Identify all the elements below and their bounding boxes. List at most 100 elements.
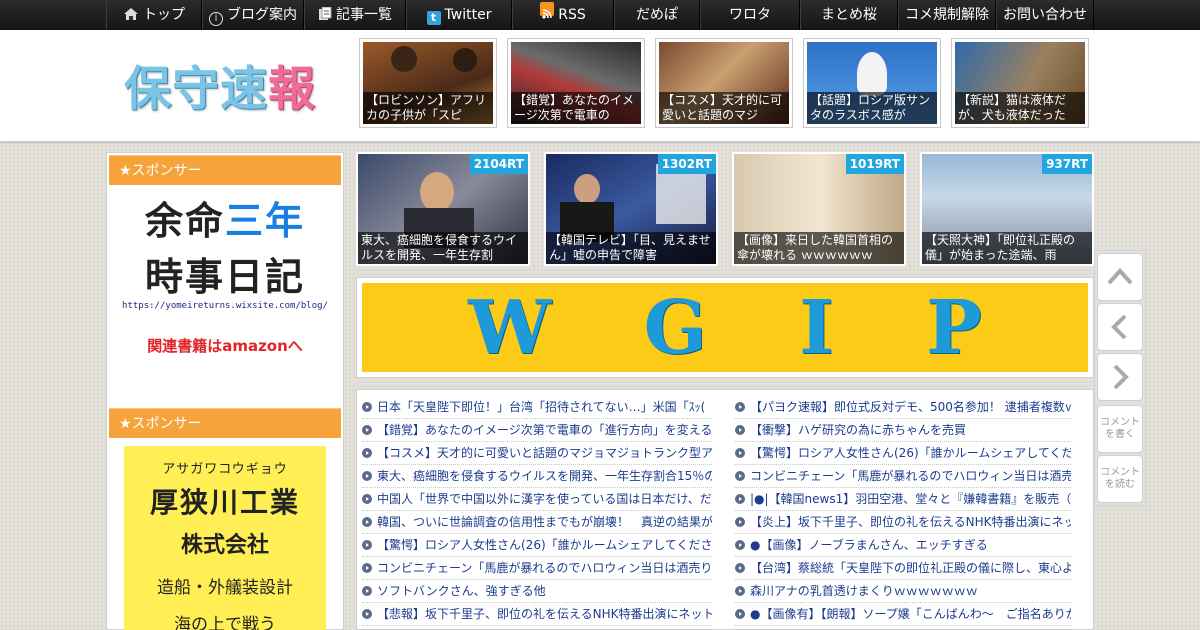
- home-icon: [123, 2, 139, 20]
- bullet-icon: [362, 609, 372, 619]
- banner-letter: P: [926, 284, 982, 371]
- nav-rss[interactable]: RSS: [512, 0, 614, 30]
- nav-comment-unblock[interactable]: コメ規制解除: [898, 0, 996, 30]
- nav-damepo[interactable]: だめぽ: [614, 0, 700, 30]
- list-item[interactable]: |●|【韓国news1】羽田空港、堂々と『嫌韓書籍』を販売（写真）: [735, 488, 1071, 511]
- bullet-icon: [735, 563, 745, 573]
- rt-thumb[interactable]: 1019RT 【画像】来日した韓国首相の傘が壊れる ｗｗｗｗｗｗ: [732, 152, 906, 266]
- bullet-icon: [362, 517, 372, 527]
- list-item[interactable]: 森川アナの乳首透けまくりｗｗｗｗｗｗｗ: [735, 580, 1071, 603]
- bullet-icon: [735, 609, 745, 619]
- twitter-icon: t: [426, 11, 441, 25]
- bullet-icon: [735, 448, 745, 458]
- chevron-right-icon: [1113, 364, 1129, 390]
- nav-contact[interactable]: お問い合わせ: [996, 0, 1094, 30]
- header-thumb[interactable]: 【コスメ】天才的に可愛いと話題のマジ: [655, 38, 793, 128]
- header-thumb[interactable]: 【話題】ロシア版サンタのラスボス感が: [803, 38, 941, 128]
- banner-letter: W: [468, 284, 552, 371]
- write-comment-button[interactable]: コメントを書く: [1097, 405, 1143, 453]
- bullet-icon: [362, 402, 372, 412]
- header-thumb[interactable]: 【新説】猫は液体だが、犬も液体だった: [951, 38, 1089, 128]
- wgip-banner[interactable]: W G I P: [356, 277, 1094, 378]
- list-item[interactable]: 【コスメ】天才的に可愛いと話題のマジョマジョトランク型ア: [362, 442, 712, 465]
- bullet-icon: [362, 471, 372, 481]
- nav-matome-sakura[interactable]: まとめ桜: [800, 0, 898, 30]
- rt-count: 1302RT: [657, 154, 716, 174]
- bullet-icon: [735, 471, 745, 481]
- rt-count: 937RT: [1042, 154, 1092, 174]
- sponsor-heading: ★スポンサー: [109, 155, 341, 185]
- info-icon: i: [209, 12, 223, 26]
- ad-url: https://yomeireturns.wixsite.com/blog/: [122, 301, 328, 311]
- read-comment-button[interactable]: コメントを読む: [1097, 455, 1143, 503]
- rss-icon: [540, 2, 555, 19]
- thumb-caption: 【韓国テレビ】「目、見えません」嘘の申告で障害: [546, 232, 716, 264]
- amazon-link[interactable]: 関連書籍はamazonへ: [117, 335, 333, 356]
- list-item[interactable]: 【驚愕】ロシア人女性さん(26)「誰かルームシェアしてくださ: [735, 442, 1071, 465]
- article-list-left: 日本「天皇陛下即位！」台湾「招待されてない…」米国「ｽｯ( 【錯覚】あなたのイメ…: [362, 396, 712, 630]
- article-list-right: 【パヨク速報】即位式反対デモ、500名参加！ 逮捕者複数ｗｗ 【衝撃】ハゲ研究の…: [735, 396, 1071, 630]
- thumb-caption: 【ロビンソン】アフリカの子供が「スピ: [363, 92, 493, 124]
- site-header: 保守速報 【ロビンソン】アフリカの子供が「スピ 【錯覚】あなたのイメージ次第で電…: [0, 30, 1200, 142]
- sponsor-ad-yomei[interactable]: 余命三年 時事日記 https://yomeireturns.wixsite.c…: [117, 193, 333, 383]
- scroll-top-button[interactable]: [1097, 253, 1143, 301]
- bullet-icon: [362, 563, 372, 573]
- sidebar: ★スポンサー 余命三年 時事日記 https://yomeireturns.wi…: [106, 152, 344, 630]
- chevron-up-icon: [1107, 268, 1133, 285]
- list-item[interactable]: ソフトバンクさん、強すぎる他: [362, 580, 712, 603]
- banner-letter: G: [643, 284, 707, 371]
- bullet-icon: [735, 494, 745, 504]
- nav-warota[interactable]: ワロタ: [700, 0, 800, 30]
- bullet-icon: [362, 494, 372, 504]
- bullet-icon: [362, 448, 372, 458]
- list-item[interactable]: 【炎上】坂下千里子、即位の礼を伝えるNHK特番出演にネット: [735, 511, 1071, 534]
- bullet-icon: [735, 425, 745, 435]
- list-item[interactable]: 【悲報】坂下千里子、即位の礼を伝えるNHK特番出演にネット: [362, 603, 712, 626]
- site-logo[interactable]: 保守速報: [124, 50, 316, 119]
- thumb-caption: 【画像】来日した韓国首相の傘が壊れる ｗｗｗｗｗｗ: [734, 232, 904, 264]
- rt-count: 2104RT: [469, 154, 528, 174]
- list-item[interactable]: コンビニチェーン「馬鹿が暴れるのでハロウィン当日は酒売り: [735, 465, 1071, 488]
- bullet-icon: [362, 540, 372, 550]
- list-item[interactable]: 【台湾】蔡総統「天皇陛下の即位礼正殿の儀に際し、東心より: [735, 557, 1071, 580]
- bullet-icon: [362, 425, 372, 435]
- list-item[interactable]: 【パヨク速報】即位式反対デモ、500名参加！ 逮捕者複数ｗｗ: [735, 396, 1071, 419]
- bullet-icon: [735, 402, 745, 412]
- nav-blog-guide[interactable]: i ブログ案内: [202, 0, 304, 30]
- sponsor-heading: ★スポンサー: [109, 408, 341, 438]
- list-item[interactable]: 【衝撃】ハゲ研究の為に赤ちゃんを売買: [735, 419, 1071, 442]
- bullet-icon: [735, 586, 745, 596]
- rt-thumb[interactable]: 937RT 【天照大神】「即位礼正殿の儀」が始まった途端、雨: [920, 152, 1094, 266]
- list-item[interactable]: 【錯覚】あなたのイメージ次第で電車の「進行方向」を変える: [362, 419, 712, 442]
- rt-thumb[interactable]: 1302RT 【韓国テレビ】「目、見えません」嘘の申告で障害: [544, 152, 718, 266]
- thumb-caption: 東大、癌細胞を侵食するウイルスを開発、一年生存割: [358, 232, 528, 264]
- list-item[interactable]: ●【画像】ノーブラまんさん、エッチすぎる: [735, 534, 1071, 557]
- next-article-button[interactable]: [1097, 353, 1143, 401]
- rt-count: 1019RT: [845, 154, 904, 174]
- list-item[interactable]: 日本「天皇陛下即位！」台湾「招待されてない…」米国「ｽｯ(: [362, 396, 712, 419]
- nav-twitter[interactable]: t Twitter: [406, 0, 512, 30]
- thumb-caption: 【天照大神】「即位礼正殿の儀」が始まった途端、雨: [922, 232, 1092, 264]
- prev-article-button[interactable]: [1097, 303, 1143, 351]
- rt-thumb[interactable]: 2104RT 東大、癌細胞を侵食するウイルスを開発、一年生存割: [356, 152, 530, 266]
- bullet-icon: [735, 517, 745, 527]
- list-item[interactable]: 中国人「世界で中国以外に漢字を使っている国は日本だけ、だ: [362, 488, 712, 511]
- top-nav: トップ i ブログ案内 記事一覧 t Twitter RSS だめぽ ワロタ まとめ…: [0, 0, 1200, 30]
- list-item[interactable]: 韓国、ついに世論調査の信用性までもが崩壊！ 真逆の結果が: [362, 511, 712, 534]
- thumb-caption: 【話題】ロシア版サンタのラスボス感が: [807, 92, 937, 124]
- header-thumb[interactable]: 【錯覚】あなたのイメージ次第で電車の: [507, 38, 645, 128]
- nav-article-list[interactable]: 記事一覧: [304, 0, 406, 30]
- list-item[interactable]: コンビニチェーン「馬鹿が暴れるのでハロウィン当日は酒売り: [362, 557, 712, 580]
- header-thumb[interactable]: 【ロビンソン】アフリカの子供が「スピ: [359, 38, 497, 128]
- banner-letter: I: [799, 284, 834, 371]
- thumb-caption: 【コスメ】天才的に可愛いと話題のマジ: [659, 92, 789, 124]
- list-item[interactable]: 【驚愕】ロシア人女性さん(26)「誰かルームシェアしてくださ: [362, 534, 712, 557]
- list-item[interactable]: 東大、癌細胞を侵食するウイルスを開発、一年生存割合15％の: [362, 465, 712, 488]
- sponsor-ad-asagawa[interactable]: アサガワコウギョウ 厚狭川工業 株式会社 造船・外艤装設計 海の上で戦う: [124, 446, 326, 630]
- thumb-caption: 【錯覚】あなたのイメージ次第で電車の: [511, 92, 641, 124]
- chevron-left-icon: [1111, 314, 1127, 340]
- list-item[interactable]: ●【画像有】【朗報】ソープ嬢「こんばんわ～ ご指名ありが: [735, 603, 1071, 626]
- list-icon: [318, 2, 332, 20]
- thumb-caption: 【新説】猫は液体だが、犬も液体だった: [955, 92, 1085, 124]
- nav-top[interactable]: トップ: [106, 0, 202, 30]
